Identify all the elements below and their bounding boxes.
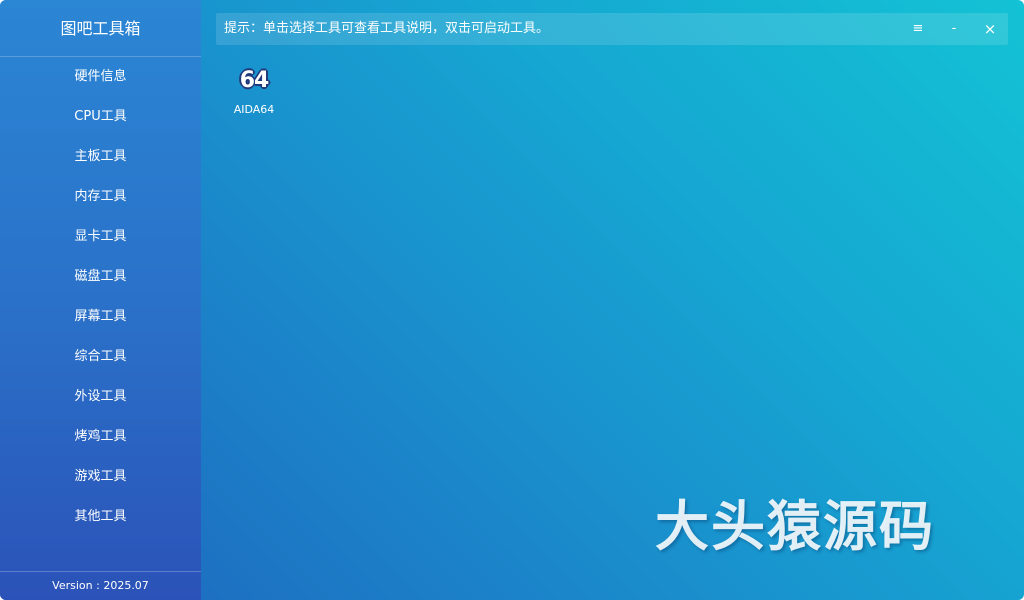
app-window: 图吧工具箱 硬件信息 CPU工具 主板工具 内存工具 显卡工具 磁盘工具 屏幕工… bbox=[0, 0, 1024, 600]
sidebar-item-gpu-tools[interactable]: 显卡工具 bbox=[0, 217, 201, 257]
sidebar: 图吧工具箱 硬件信息 CPU工具 主板工具 内存工具 显卡工具 磁盘工具 屏幕工… bbox=[0, 0, 201, 600]
app-title: 图吧工具箱 bbox=[0, 0, 201, 57]
sidebar-item-peripheral-tools[interactable]: 外设工具 bbox=[0, 377, 201, 417]
sidebar-item-memory-tools[interactable]: 内存工具 bbox=[0, 177, 201, 217]
hint-bar: 提示：单击选择工具可查看工具说明，双击可启动工具。 ≡ - × bbox=[216, 13, 1008, 45]
sidebar-item-general-tools[interactable]: 综合工具 bbox=[0, 337, 201, 377]
version-label: Version : 2025.07 bbox=[0, 571, 201, 600]
watermark: 大头猿源码 bbox=[655, 495, 935, 558]
sidebar-item-screen-tools[interactable]: 屏幕工具 bbox=[0, 297, 201, 337]
aida64-icon: 64 bbox=[239, 68, 270, 93]
minimize-button[interactable]: - bbox=[936, 13, 972, 45]
sidebar-item-disk-tools[interactable]: 磁盘工具 bbox=[0, 257, 201, 297]
sidebar-item-motherboard-tools[interactable]: 主板工具 bbox=[0, 137, 201, 177]
sidebar-item-stress-test-tools[interactable]: 烤鸡工具 bbox=[0, 417, 201, 457]
sidebar-item-cpu-tools[interactable]: CPU工具 bbox=[0, 97, 201, 137]
close-button[interactable]: × bbox=[972, 13, 1008, 45]
menu-button[interactable]: ≡ bbox=[900, 13, 936, 45]
hint-text: 提示：单击选择工具可查看工具说明，双击可启动工具。 bbox=[224, 21, 550, 36]
tool-label: AIDA64 bbox=[233, 103, 275, 116]
sidebar-item-game-tools[interactable]: 游戏工具 bbox=[0, 457, 201, 497]
sidebar-item-other-tools[interactable]: 其他工具 bbox=[0, 497, 201, 537]
sidebar-item-hardware-info[interactable]: 硬件信息 bbox=[0, 57, 201, 97]
sidebar-nav: 硬件信息 CPU工具 主板工具 内存工具 显卡工具 磁盘工具 屏幕工具 综合工具… bbox=[0, 57, 201, 537]
tool-item-aida64[interactable]: 64 AIDA64 bbox=[228, 62, 280, 118]
